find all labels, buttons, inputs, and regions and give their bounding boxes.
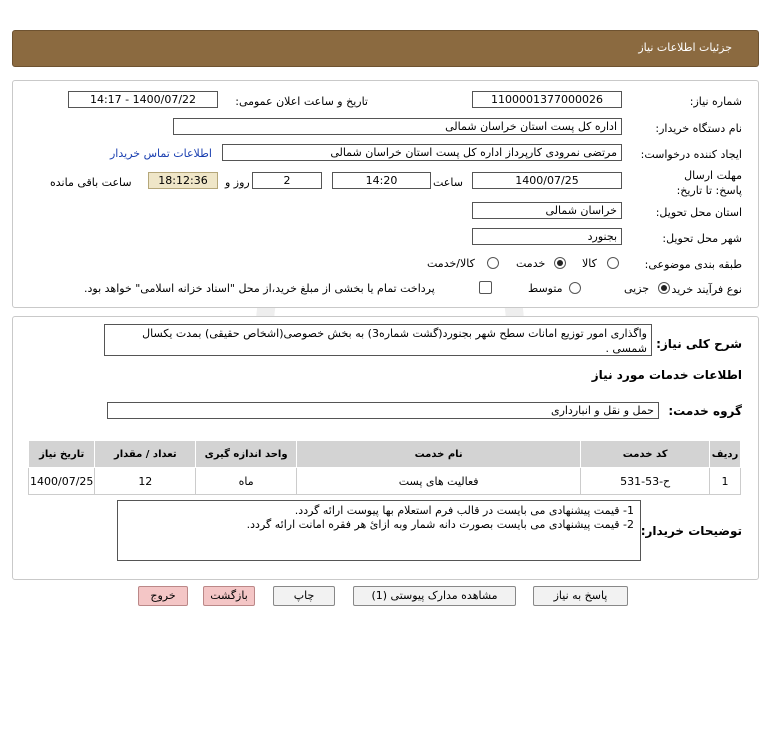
view-attachments-button[interactable]: مشاهده مدارک پیوستی (1): [353, 586, 516, 606]
page-title: جزئیات اطلاعات نیاز: [638, 41, 732, 54]
col-unit: واحد اندازه گیری: [195, 440, 298, 468]
table-row[interactable]: 1 ح-53-531 فعالیت های پست ماه 12 1400/07…: [27, 467, 741, 495]
cell-service-code: ح-53-531: [580, 467, 711, 495]
announce-label: تاریخ و ساعت اعلان عمومی:: [235, 95, 368, 108]
summary-text: واگذاری امور توزیع امانات سطح شهر بجنورد…: [104, 324, 652, 356]
deadline-time-field[interactable]: 14:20: [332, 172, 431, 189]
treasury-payment-text: پرداخت تمام یا بخشی از مبلغ خرید،از محل …: [84, 282, 435, 295]
buyer-notes-box: 1- قیمت پیشنهادی می بایست در قالب فرم اس…: [117, 500, 641, 561]
col-quantity: تعداد / مقدار: [94, 440, 197, 468]
page-header: جزئیات اطلاعات نیاز: [12, 30, 759, 67]
print-button[interactable]: چاپ: [273, 586, 335, 606]
province-label: استان محل تحویل:: [655, 206, 742, 219]
days-label: روز و: [225, 176, 250, 189]
col-service-code: کد خدمت: [580, 440, 711, 468]
creator-field[interactable]: مرتضی نمرودی کارپرداز اداره کل پست استان…: [222, 144, 622, 161]
process-option-medium: متوسط: [528, 282, 563, 295]
back-button[interactable]: بازگشت: [203, 586, 255, 606]
cell-unit: ماه: [195, 467, 298, 495]
need-info-panel: [12, 80, 759, 308]
category-option-goods-service: کالا/خدمت: [427, 257, 475, 270]
deadline-date-field[interactable]: 1400/07/25: [472, 172, 622, 189]
cell-quantity: 12: [94, 467, 197, 495]
need-number-field[interactable]: 1100001377000026: [472, 91, 622, 108]
cell-need-date: 1400/07/25: [27, 467, 96, 495]
col-need-date: تاریخ نیاز: [27, 440, 96, 468]
cell-service-name: فعالیت های پست: [296, 467, 582, 495]
summary-label: شرح کلی نیاز:: [656, 337, 742, 351]
contact-buyer-link[interactable]: اطلاعات تماس خریدار: [110, 147, 212, 160]
process-label: نوع فرآیند خرید :: [664, 283, 742, 296]
col-row: ردیف: [709, 440, 741, 468]
process-radio-minor[interactable]: [658, 282, 670, 294]
deadline-label: مهلت ارسال پاسخ: تا تاریخ:: [676, 169, 742, 197]
need-number-label: شماره نیاز:: [689, 95, 742, 108]
service-group-field[interactable]: حمل و نقل و انبارداری: [107, 402, 659, 419]
services-table: ردیف کد خدمت نام خدمت واحد اندازه گیری ت…: [27, 440, 741, 495]
buyer-note-line: 2- قیمت پیشنهادی می بایست بصورت دانه شما…: [246, 518, 634, 531]
remaining-label: ساعت باقی مانده: [50, 176, 132, 189]
process-option-minor: جزیی: [624, 282, 650, 295]
buyer-org-label: نام دستگاه خریدار:: [655, 122, 742, 135]
category-radio-goods-service[interactable]: [487, 257, 499, 269]
buyer-org-field[interactable]: اداره کل پست استان خراسان شمالی: [173, 118, 622, 135]
deadline-time-label: ساعت: [433, 176, 463, 189]
city-field[interactable]: بجنورد: [472, 228, 622, 245]
reply-button[interactable]: پاسخ به نیاز: [533, 586, 628, 606]
service-group-label: گروه خدمت:: [668, 404, 742, 418]
buyer-notes-label: توضیحات خریدار:: [640, 524, 742, 538]
treasury-payment-checkbox[interactable]: [479, 281, 492, 294]
remaining-time-field: 18:12:36: [148, 172, 218, 189]
category-radio-goods[interactable]: [607, 257, 619, 269]
process-radio-medium[interactable]: [569, 282, 581, 294]
category-radio-service[interactable]: [554, 257, 566, 269]
category-option-goods: کالا: [582, 257, 597, 270]
creator-label: ایجاد کننده درخواست:: [640, 148, 742, 161]
col-service-name: نام خدمت: [296, 440, 582, 468]
days-field[interactable]: 2: [252, 172, 322, 189]
cell-row: 1: [709, 467, 741, 495]
table-header-row: ردیف کد خدمت نام خدمت واحد اندازه گیری ت…: [27, 440, 741, 468]
announce-field[interactable]: 1400/07/22 - 14:17: [68, 91, 218, 108]
exit-button[interactable]: خروج: [138, 586, 188, 606]
buyer-note-line: 1- قیمت پیشنهادی می بایست در قالب فرم اس…: [294, 504, 634, 517]
category-option-service: خدمت: [516, 257, 546, 270]
province-field[interactable]: خراسان شمالی: [472, 202, 622, 219]
category-label: طبقه بندی موضوعی:: [644, 258, 742, 271]
city-label: شهر محل تحویل:: [662, 232, 742, 245]
services-heading: اطلاعات خدمات مورد نیاز: [591, 368, 742, 382]
